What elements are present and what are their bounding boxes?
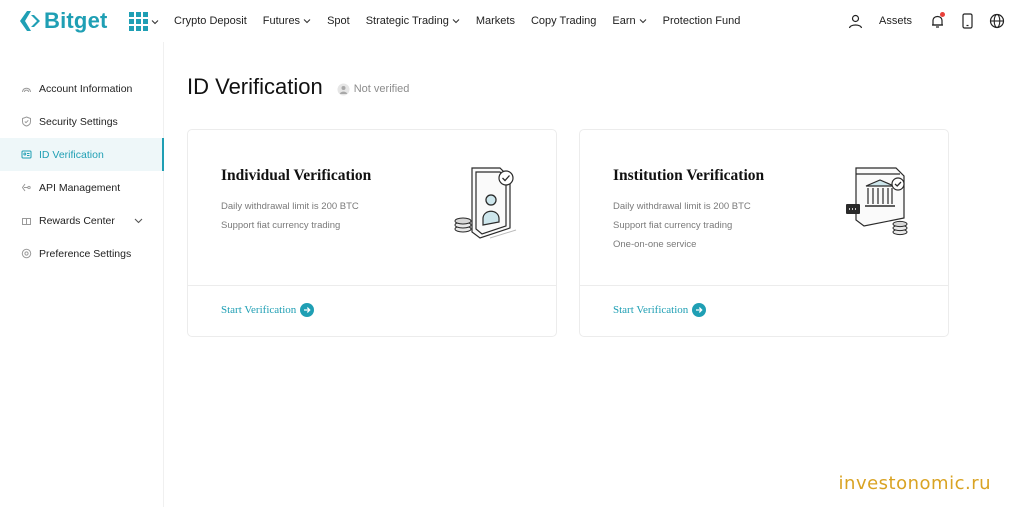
shield-icon [20,116,32,128]
arrow-right-icon [300,303,315,317]
institution-verification-card: Institution Verification Daily withdrawa… [579,129,949,337]
card-title: Institution Verification [613,167,765,184]
page-title: ID Verification [187,74,323,99]
card-divider [580,285,948,286]
card-feature: One-on-one service [613,239,697,250]
gift-icon [20,215,32,227]
top-right-actions: Assets [847,0,1006,42]
card-feature: Daily withdrawal limit is 200 BTC [613,201,751,212]
sidebar-item-label: API Management [39,181,121,194]
account-icon [20,83,32,95]
nav-label: Markets [475,15,515,27]
bank-building-icon [846,167,908,236]
nav-label: Spot [327,15,350,27]
nav-spot[interactable]: Spot [327,15,350,27]
chevron-down-icon [303,19,311,24]
top-navigation: Bitget Crypto Deposit Futures Spot Strat… [0,0,1024,42]
start-verification-individual-button[interactable]: Start Verification [221,303,315,317]
nav-label: Futures [262,15,301,27]
sidebar-item-label: Preference Settings [39,247,132,260]
nav-copy-trading[interactable]: Copy Trading [531,15,596,27]
bitget-logo[interactable]: Bitget [18,8,108,34]
sidebar: Account Information Security Settings ID… [0,42,164,507]
arrow-right-icon [692,303,707,317]
card-feature: Support fiat currency trading [221,220,341,231]
card-feature: Support fiat currency trading [613,220,733,231]
verification-status-text: Not verified [353,83,410,95]
page-header: ID Verification Not verified [187,74,409,100]
nav-label: Strategic Trading [365,15,449,27]
nav-protection-fund[interactable]: Protection Fund [663,15,741,27]
grid-apps-icon [129,12,148,31]
phone-icon[interactable] [958,12,976,30]
cta-label: Start Verification [221,304,297,316]
apps-menu-button[interactable] [129,12,159,31]
sidebar-item-preference-settings[interactable]: Preference Settings [0,237,163,270]
nav-label: Crypto Deposit [174,15,247,27]
nav-label: Earn [612,15,636,27]
brand-name: Bitget [44,8,108,33]
nav-futures[interactable]: Futures [263,15,311,27]
assets-link[interactable]: Assets [879,15,912,27]
chevron-down-icon [639,19,647,24]
bitget-logo-icon [20,11,40,31]
chevron-down-icon [452,19,460,24]
main-nav: Crypto Deposit Futures Spot Strategic Tr… [174,0,756,42]
card-feature: Daily withdrawal limit is 200 BTC [221,201,359,212]
watermark: investonomic.ru [838,473,991,494]
card-divider [188,285,556,286]
sidebar-item-api-management[interactable]: API Management [0,171,163,204]
sidebar-item-security-settings[interactable]: Security Settings [0,105,163,138]
chevron-down-icon [151,19,159,24]
unverified-user-icon [337,83,350,95]
card-title: Individual Verification [221,167,372,184]
sidebar-item-label: ID Verification [39,148,104,161]
id-card-icon [20,149,32,161]
sidebar-item-label: Rewards Center [39,214,115,227]
card-features: Daily withdrawal limit is 200 BTC Suppor… [221,200,359,238]
sidebar-item-id-verification[interactable]: ID Verification [0,138,164,171]
start-verification-institution-button[interactable]: Start Verification [613,303,707,317]
cta-label: Start Verification [613,304,689,316]
card-features: Daily withdrawal limit is 200 BTC Suppor… [613,200,751,257]
nav-earn[interactable]: Earn [612,15,647,27]
nav-strategic-trading[interactable]: Strategic Trading [366,15,460,27]
notification-dot [940,12,945,17]
nav-label: Copy Trading [530,15,597,27]
api-icon [20,182,32,194]
chevron-down-icon[interactable] [134,216,143,225]
verification-status-badge: Not verified [337,83,410,96]
settings-icon [20,248,32,260]
sidebar-item-label: Account Information [39,82,133,95]
sidebar-item-label: Security Settings [39,115,118,128]
globe-icon[interactable] [988,12,1006,30]
bell-icon[interactable] [928,12,946,30]
nav-markets[interactable]: Markets [476,15,515,27]
sidebar-item-account-information[interactable]: Account Information [0,72,163,105]
nav-crypto-deposit[interactable]: Crypto Deposit [174,15,247,27]
sidebar-item-rewards-center[interactable]: Rewards Center [0,204,163,237]
phone-person-icon [454,167,517,239]
individual-verification-card: Individual Verification Daily withdrawal… [187,129,557,337]
user-icon[interactable] [847,12,865,30]
nav-label: Protection Fund [662,15,741,27]
